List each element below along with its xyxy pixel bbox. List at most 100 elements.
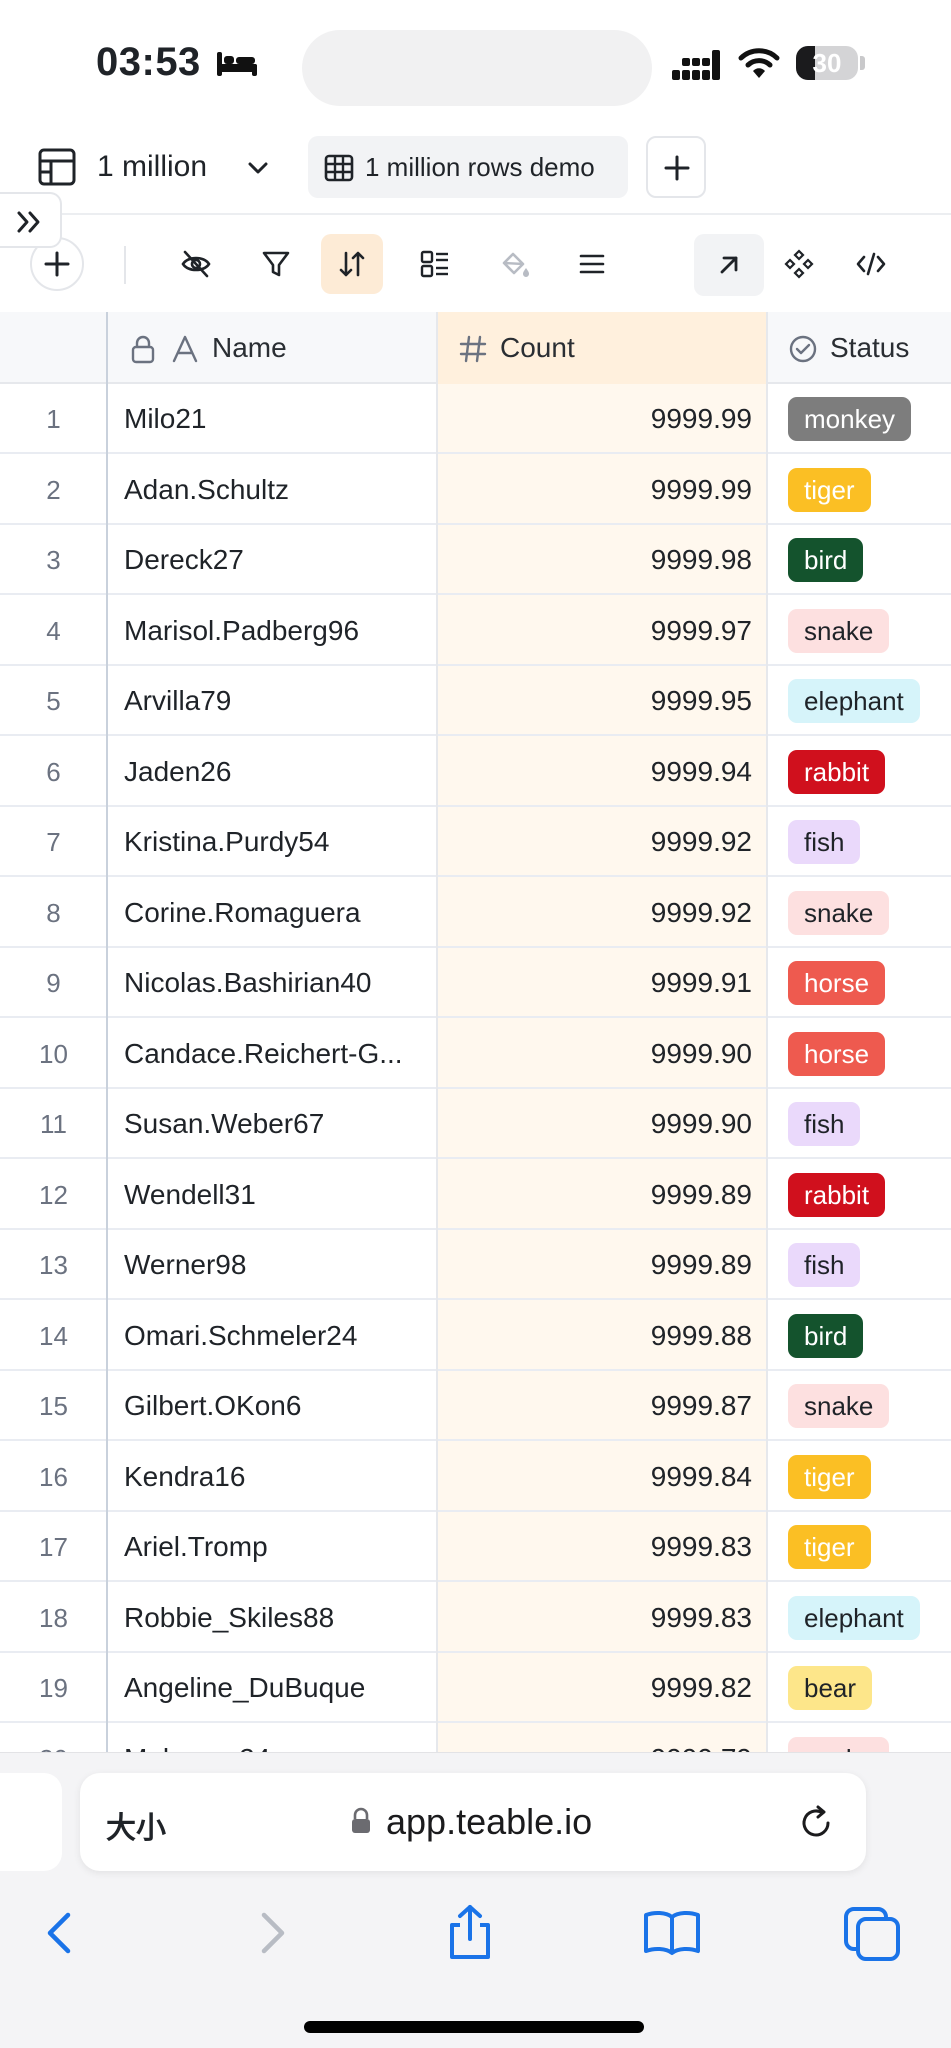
cell-count[interactable]: 9999.90 [436,1089,752,1159]
cell-count[interactable]: 9999.88 [436,1301,752,1371]
cell-count[interactable]: 9999.83 [436,1583,752,1653]
status-badge[interactable]: tiger [788,1454,871,1499]
cell-count[interactable]: 9999.92 [436,878,752,948]
status-badge[interactable]: bear [788,1666,873,1710]
share-button[interactable] [694,234,764,296]
status-badge[interactable]: tiger [788,467,871,512]
table-row[interactable]: 15 Gilbert.OKon6 9999.87 snake [0,1371,951,1441]
cell-count[interactable]: 9999.82 [436,1653,752,1723]
cell-count[interactable]: 9999.89 [436,1230,752,1300]
table-row[interactable]: 12 Wendell31 9999.89 rabbit [0,1160,951,1230]
table-row[interactable]: 1 Milo21 9999.99 monkey [0,384,951,454]
cell-name[interactable]: Makenna24 [124,1724,424,1753]
bookmarks-button[interactable] [640,1901,704,1965]
cell-name[interactable]: Gilbert.OKon6 [124,1371,424,1441]
cell-name[interactable]: Arvilla79 [124,666,424,736]
cell-name[interactable]: Kendra16 [124,1442,424,1512]
cell-name[interactable]: Omari.Schmeler24 [124,1301,424,1371]
sort-button[interactable] [321,234,383,294]
text-size-button[interactable]: 大小 [106,1803,166,1847]
cell-count[interactable]: 9999.99 [436,455,752,525]
status-badge[interactable]: horse [788,1031,886,1076]
status-badge[interactable]: elephant [788,1595,920,1640]
cell-name[interactable]: Susan.Weber67 [124,1089,424,1159]
column-header-count[interactable]: Count [500,312,575,384]
table-layout-icon[interactable] [38,148,76,186]
column-header-status[interactable]: Status [830,312,909,384]
status-badge[interactable]: snake [788,1736,890,1752]
table-row[interactable]: 4 Marisol.Padberg96 9999.97 snake [0,596,951,666]
cell-count[interactable]: 9999.95 [436,666,752,736]
column-header-name[interactable]: Name [212,312,287,384]
cell-name[interactable]: Milo21 [124,384,424,454]
cell-count[interactable]: 9999.79 [436,1724,752,1753]
row-height-button[interactable] [561,234,623,294]
cell-name[interactable]: Angeline_DuBuque [124,1653,424,1723]
status-badge[interactable]: snake [788,1384,890,1428]
status-badge[interactable]: fish [788,1243,861,1287]
table-row[interactable]: 20 Makenna24 9999.79 snake [0,1724,951,1753]
cell-name[interactable]: Dereck27 [124,525,424,595]
group-button[interactable] [404,234,466,294]
status-badge[interactable]: horse [788,961,886,1005]
cell-count[interactable]: 9999.90 [436,1019,752,1089]
table-row[interactable]: 8 Corine.Romaguera 9999.92 snake [0,878,951,948]
cell-count[interactable]: 9999.97 [436,596,752,666]
table-row[interactable]: 11 Susan.Weber67 9999.90 fish [0,1089,951,1159]
table-row[interactable]: 5 Arvilla79 9999.95 elephant [0,666,951,736]
cell-name[interactable]: Werner98 [124,1230,424,1300]
table-row[interactable]: 13 Werner98 9999.89 fish [0,1230,951,1300]
color-button[interactable] [483,234,545,294]
cell-count[interactable]: 9999.91 [436,948,752,1018]
cell-name[interactable]: Adan.Schultz [124,455,424,525]
cell-name[interactable]: Wendell31 [124,1160,424,1230]
view-tab-grid[interactable]: 1 million rows demo [308,136,628,198]
cell-count[interactable]: 9999.98 [436,525,752,595]
add-view-button[interactable] [646,136,706,198]
status-badge[interactable]: rabbit [788,749,886,794]
table-name[interactable]: 1 million [97,150,207,184]
cell-count[interactable]: 9999.92 [436,807,752,877]
cell-count[interactable]: 9999.89 [436,1160,752,1230]
table-row[interactable]: 6 Jaden26 9999.94 rabbit [0,737,951,807]
data-grid[interactable]: 1 Milo21 9999.99 monkey 2 Adan.Schultz 9999.99… [0,312,951,1752]
cell-name[interactable]: Marisol.Padberg96 [124,596,424,666]
cell-name[interactable]: Robbie_Skiles88 [124,1583,424,1653]
table-row[interactable]: 10 Candace.Reichert-G... 9999.90 horse [0,1019,951,1089]
status-badge[interactable]: tiger [788,1525,871,1569]
status-badge[interactable]: bird [788,1313,864,1358]
table-row[interactable]: 16 Kendra16 9999.84 tiger [0,1442,951,1512]
status-badge[interactable]: fish [788,1102,861,1146]
api-button[interactable] [840,234,902,294]
table-row[interactable]: 9 Nicolas.Bashirian40 9999.91 horse [0,948,951,1018]
cell-count[interactable]: 9999.84 [436,1442,752,1512]
reload-icon[interactable] [796,1803,836,1843]
share-sheet-button[interactable] [438,1901,502,1965]
table-row[interactable]: 17 Ariel.Tromp 9999.83 tiger [0,1512,951,1582]
back-button[interactable] [30,1901,94,1965]
table-row[interactable]: 14 Omari.Schmeler24 9999.88 bird [0,1301,951,1371]
status-badge[interactable]: rabbit [788,1172,886,1217]
table-row[interactable]: 3 Dereck27 9999.98 bird [0,525,951,595]
cell-count[interactable]: 9999.83 [436,1512,752,1582]
cell-name[interactable]: Ariel.Tromp [124,1512,424,1582]
table-row[interactable]: 18 Robbie_Skiles88 9999.83 elephant [0,1583,951,1653]
cell-name[interactable]: Kristina.Purdy54 [124,807,424,877]
table-row[interactable]: 2 Adan.Schultz 9999.99 tiger [0,455,951,525]
expand-sidebar-button[interactable] [0,192,62,248]
cell-count[interactable]: 9999.87 [436,1371,752,1441]
forward-button[interactable] [238,1901,302,1965]
filter-button[interactable] [245,234,307,294]
cell-name[interactable]: Jaden26 [124,737,424,807]
cell-count[interactable]: 9999.99 [436,384,752,454]
cell-count[interactable]: 9999.94 [436,737,752,807]
status-badge[interactable]: snake [788,608,890,653]
chevron-down-icon[interactable] [244,154,272,182]
url-text[interactable]: app.teable.io [386,1801,592,1843]
cell-name[interactable]: Corine.Romaguera [124,878,424,948]
hide-fields-button[interactable] [165,234,227,294]
table-row[interactable]: 19 Angeline_DuBuque 9999.82 bear [0,1653,951,1723]
cell-name[interactable]: Nicolas.Bashirian40 [124,948,424,1018]
status-badge[interactable]: elephant [788,679,920,723]
status-badge[interactable]: fish [788,820,861,864]
